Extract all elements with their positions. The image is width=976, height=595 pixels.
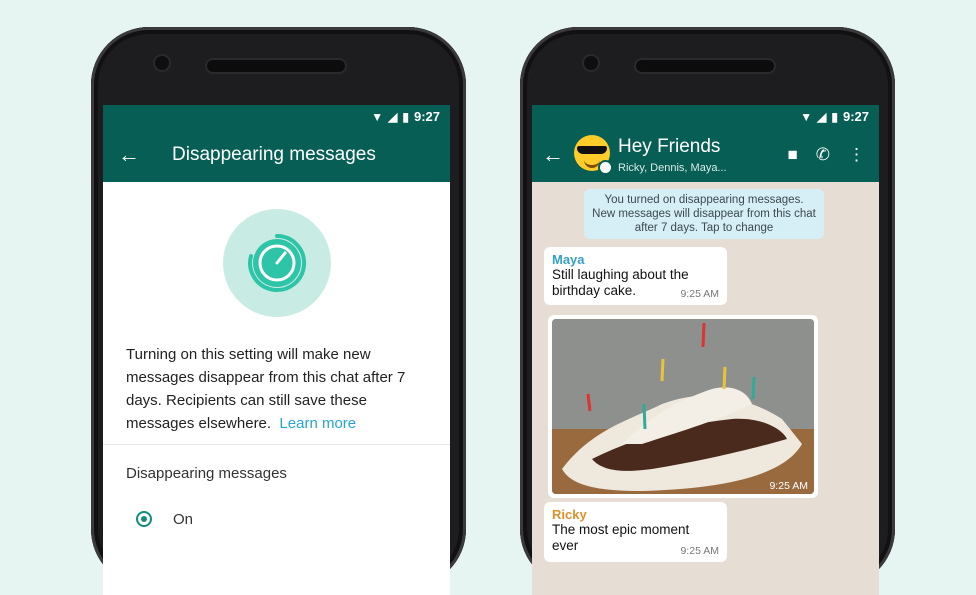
learn-more-link[interactable]: Learn more	[279, 415, 356, 432]
description-text: Turning on this setting will make new me…	[126, 346, 406, 432]
speaker-grille	[207, 60, 345, 72]
timer-illustration	[223, 209, 331, 317]
chat-body: You turned on disappearing messages. New…	[532, 182, 879, 595]
page-title: Disappearing messages	[172, 144, 376, 165]
front-camera	[584, 56, 598, 70]
wifi-icon: ▼	[800, 109, 813, 124]
status-time: 9:27	[413, 109, 440, 124]
message-bubble[interactable]: Ricky The most epic moment ever 9:25 AM	[544, 502, 727, 562]
radio-on-label[interactable]: On	[173, 511, 193, 528]
right-phone: ▼ ◢ ▮ 9:27 ← Hey Friends Ricky, Dennis, …	[520, 27, 895, 595]
chat-header: ← Hey Friends Ricky, Dennis, Maya... ■ ✆…	[532, 128, 879, 182]
message-time: 9:25 AM	[680, 545, 719, 557]
cake-photo	[552, 319, 814, 494]
photo-message[interactable]: 9:25 AM	[548, 315, 818, 498]
header-actions: ■ ✆ ⋮	[787, 145, 865, 165]
status-time: 9:27	[842, 109, 869, 124]
app-bar: ← Disappearing messages	[103, 128, 450, 182]
sender-name: Ricky	[552, 507, 587, 522]
sunglasses-icon	[577, 146, 607, 154]
signal-icon: ◢	[388, 109, 398, 124]
phone-icon[interactable]: ✆	[816, 145, 830, 165]
battery-icon: ▮	[831, 109, 838, 124]
wifi-icon: ▼	[371, 109, 384, 124]
status-bar: ▼ ◢ ▮ 9:27	[103, 105, 450, 128]
chat-participants: Ricky, Dennis, Maya...	[618, 162, 727, 174]
setting-description: Turning on this setting will make new me…	[126, 343, 426, 435]
speaker-grille	[636, 60, 774, 72]
cake-image	[552, 319, 814, 494]
arrow-left-icon[interactable]: ←	[532, 142, 574, 168]
video-call-icon[interactable]: ■	[787, 145, 797, 165]
battery-icon: ▮	[402, 109, 409, 124]
front-camera	[155, 56, 169, 70]
disappearing-timer-icon	[598, 160, 613, 175]
chat-title[interactable]: Hey Friends	[618, 136, 720, 158]
message-time: 9:25 AM	[680, 288, 719, 300]
settings-screen: ▼ ◢ ▮ 9:27 ← Disappearing messages Turni…	[103, 105, 450, 595]
message-bubble[interactable]: Maya Still laughing about the birthday c…	[544, 247, 727, 305]
arrow-left-icon[interactable]: ←	[103, 142, 155, 168]
chat-screen: ▼ ◢ ▮ 9:27 ← Hey Friends Ricky, Dennis, …	[532, 105, 879, 595]
section-label: Disappearing messages	[126, 465, 287, 482]
sender-name: Maya	[552, 252, 585, 267]
radio-on[interactable]	[136, 511, 152, 527]
more-options-icon[interactable]: ⋮	[848, 145, 865, 165]
left-phone: ▼ ◢ ▮ 9:27 ← Disappearing messages Turni…	[91, 27, 466, 595]
message-time: 9:25 AM	[769, 480, 808, 492]
status-bar: ▼ ◢ ▮ 9:27	[532, 105, 879, 128]
signal-icon: ◢	[817, 109, 827, 124]
timer-icon	[248, 233, 307, 292]
divider	[103, 444, 450, 445]
system-message[interactable]: You turned on disappearing messages. New…	[584, 189, 824, 239]
